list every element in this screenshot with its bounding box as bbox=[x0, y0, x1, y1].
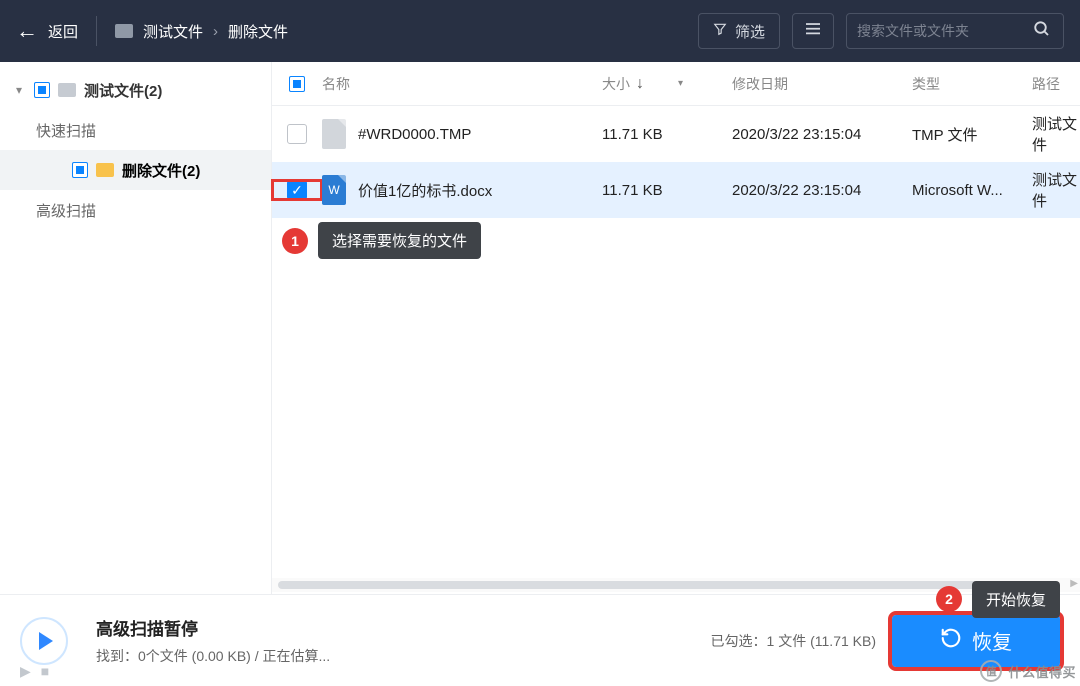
checkbox[interactable] bbox=[72, 162, 88, 178]
restore-icon bbox=[940, 627, 962, 655]
status-subtitle: 找到：0个文件 (0.00 KB) / 正在估算... bbox=[96, 646, 330, 666]
file-name: #WRD0000.TMP bbox=[358, 126, 471, 143]
search-input[interactable] bbox=[847, 14, 1027, 48]
file-size: 11.71 KB bbox=[602, 126, 732, 143]
breadcrumb-current[interactable]: 删除文件 bbox=[228, 21, 288, 42]
mini-controls: ▶ ■ bbox=[20, 663, 49, 680]
file-list-header: 名称 大小 ↓ ▾ 修改日期 类型 路径 bbox=[272, 62, 1080, 106]
tree-root[interactable]: ▾ 测试文件(2) bbox=[0, 70, 271, 110]
annotation-step1: 1 选择需要恢复的文件 bbox=[282, 222, 481, 259]
row-checkbox[interactable] bbox=[287, 124, 307, 144]
folder-icon bbox=[115, 24, 133, 38]
column-name[interactable]: 名称 bbox=[322, 74, 602, 94]
breadcrumb: 测试文件 › 删除文件 bbox=[115, 21, 288, 42]
top-bar: ← 返回 测试文件 › 删除文件 筛选 bbox=[0, 0, 1080, 62]
folder-icon bbox=[58, 83, 76, 97]
breadcrumb-root[interactable]: 测试文件 bbox=[143, 21, 203, 42]
file-path: 测试文件 bbox=[1032, 169, 1080, 211]
file-panel: 名称 大小 ↓ ▾ 修改日期 类型 路径 #WRD0000.TMP 11.71 … bbox=[272, 62, 1080, 594]
folder-icon bbox=[96, 163, 114, 177]
play-mini-icon[interactable]: ▶ bbox=[20, 663, 31, 680]
play-icon bbox=[39, 632, 53, 650]
back-label: 返回 bbox=[48, 21, 78, 42]
annotation-text: 选择需要恢复的文件 bbox=[318, 222, 481, 259]
column-path[interactable]: 路径 bbox=[1032, 74, 1080, 94]
main-area: ▾ 测试文件(2) 快速扫描 删除文件(2) 高级扫描 名称 大小 ↓ ▾ bbox=[0, 62, 1080, 594]
view-list-button[interactable] bbox=[792, 13, 834, 49]
file-icon bbox=[322, 119, 346, 149]
tree-quick-scan[interactable]: 快速扫描 bbox=[0, 110, 271, 150]
file-date: 2020/3/22 23:15:04 bbox=[732, 182, 912, 199]
stop-mini-icon[interactable]: ■ bbox=[41, 663, 49, 680]
checkbox[interactable] bbox=[34, 82, 50, 98]
annotation-step2: 2 开始恢复 bbox=[936, 581, 1060, 618]
file-row[interactable]: ✓ W 价值1亿的标书.docx 11.71 KB 2020/3/22 23:1… bbox=[272, 162, 1080, 218]
chevron-right-icon: › bbox=[213, 23, 218, 40]
file-path: 测试文件 bbox=[1032, 113, 1080, 155]
file-type: TMP 文件 bbox=[912, 124, 1032, 145]
recover-label: 恢复 bbox=[972, 626, 1012, 655]
step-badge-2: 2 bbox=[936, 586, 962, 612]
bottom-bar: ▶ ■ 高级扫描暂停 找到：0个文件 (0.00 KB) / 正在估算... 已… bbox=[0, 594, 1080, 686]
watermark: 值 什么值得买 bbox=[980, 660, 1076, 682]
dropdown-icon: ▾ bbox=[678, 78, 683, 89]
file-name: 价值1亿的标书.docx bbox=[358, 180, 492, 201]
back-button[interactable]: ← 返回 bbox=[16, 18, 78, 44]
tree-deep-scan[interactable]: 高级扫描 bbox=[0, 190, 271, 230]
annotation-text: 开始恢复 bbox=[972, 581, 1060, 618]
filter-button[interactable]: 筛选 bbox=[698, 13, 780, 49]
column-size[interactable]: 大小 ↓ ▾ bbox=[602, 74, 732, 94]
tree-label: 删除文件(2) bbox=[122, 160, 200, 181]
tree-root-label: 测试文件(2) bbox=[84, 80, 162, 101]
select-all-checkbox[interactable] bbox=[289, 76, 305, 92]
file-size: 11.71 KB bbox=[602, 182, 732, 199]
search-box bbox=[846, 13, 1064, 49]
row-checkbox[interactable]: ✓ bbox=[287, 180, 307, 200]
funnel-icon bbox=[713, 22, 727, 40]
tree-label: 高级扫描 bbox=[36, 200, 96, 221]
file-row[interactable]: #WRD0000.TMP 11.71 KB 2020/3/22 23:15:04… bbox=[272, 106, 1080, 162]
divider bbox=[96, 16, 97, 46]
step-badge-1: 1 bbox=[282, 228, 308, 254]
watermark-text: 什么值得买 bbox=[1008, 662, 1076, 681]
scan-status: 高级扫描暂停 找到：0个文件 (0.00 KB) / 正在估算... bbox=[96, 615, 330, 666]
resume-scan-button[interactable] bbox=[20, 617, 68, 665]
tree-label: 快速扫描 bbox=[36, 120, 96, 141]
sort-desc-icon: ↓ bbox=[636, 75, 644, 93]
filter-label: 筛选 bbox=[735, 21, 765, 42]
search-button[interactable] bbox=[1027, 20, 1057, 43]
tree-deleted-files[interactable]: 删除文件(2) bbox=[0, 150, 271, 190]
sidebar: ▾ 测试文件(2) 快速扫描 删除文件(2) 高级扫描 bbox=[0, 62, 272, 594]
watermark-icon: 值 bbox=[980, 660, 1002, 682]
column-date[interactable]: 修改日期 bbox=[732, 74, 912, 94]
column-type[interactable]: 类型 bbox=[912, 74, 1032, 94]
arrow-left-icon: ← bbox=[16, 18, 38, 44]
scroll-right-icon[interactable]: ▶ bbox=[1070, 578, 1078, 589]
file-type: Microsoft W... bbox=[912, 182, 1032, 199]
chevron-down-icon: ▾ bbox=[12, 83, 26, 97]
selected-summary: 已勾选：1 文件 (11.71 KB) bbox=[711, 631, 876, 651]
recover-button[interactable]: 恢复 bbox=[892, 615, 1060, 667]
status-title: 高级扫描暂停 bbox=[96, 615, 330, 640]
list-icon bbox=[805, 22, 821, 40]
file-date: 2020/3/22 23:15:04 bbox=[732, 126, 912, 143]
word-file-icon: W bbox=[322, 175, 346, 205]
